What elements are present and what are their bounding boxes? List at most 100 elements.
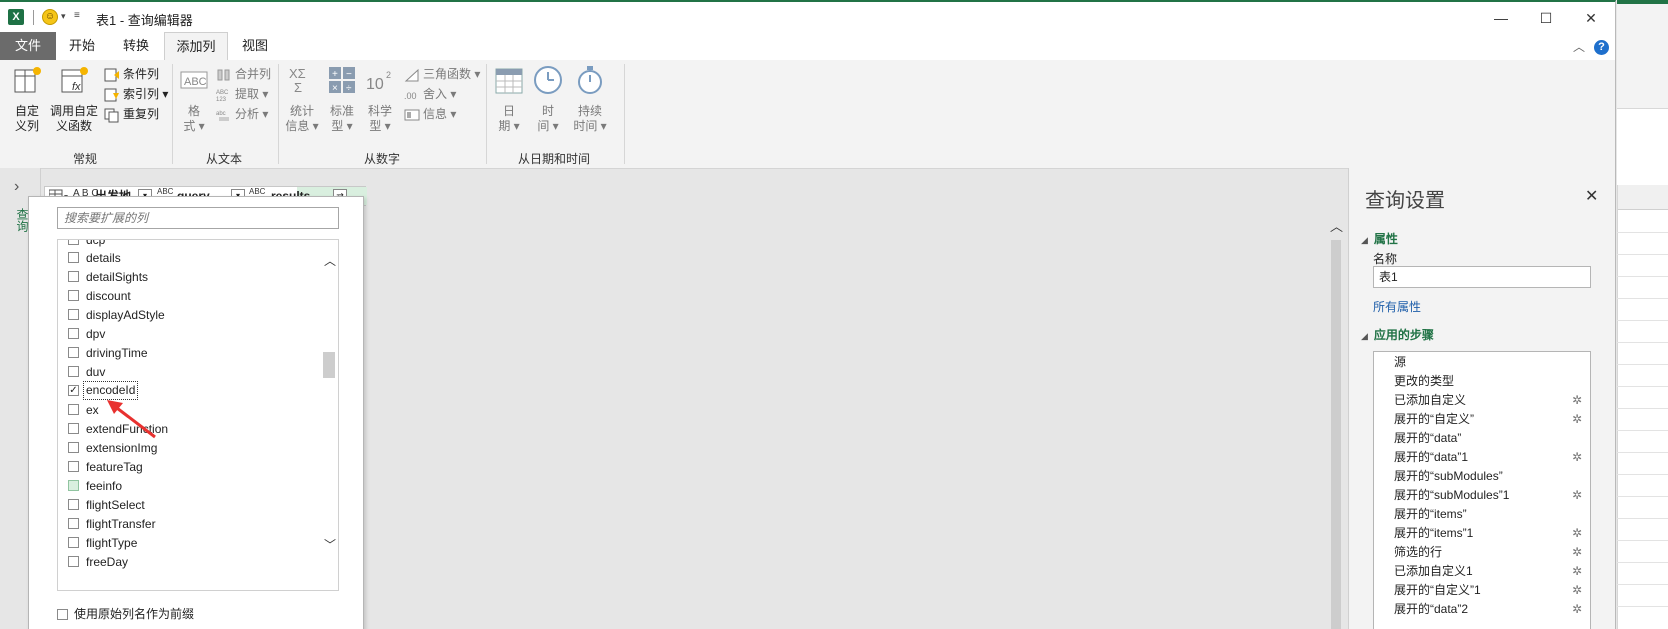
scroll-up-icon[interactable]: ︿ (1330, 216, 1343, 235)
chevron-right-icon[interactable]: › (14, 178, 19, 196)
list-item[interactable]: drivingTime (58, 343, 320, 363)
list-item[interactable]: freeDay (58, 552, 320, 572)
chevron-down-icon[interactable]: ▾ (61, 11, 66, 22)
merge-columns-button[interactable]: 合并列 (216, 64, 271, 84)
scroll-thumb[interactable] (323, 352, 335, 378)
list-item[interactable]: displayAdStyle (58, 305, 320, 325)
step-item[interactable]: 已添加自定义 ✲ (1374, 390, 1590, 410)
time-button[interactable]: 时 间 ▾ (530, 64, 566, 134)
gear-icon[interactable]: ✲ (1572, 447, 1582, 467)
list-item[interactable]: duv (58, 362, 320, 382)
gear-icon[interactable]: ✲ (1572, 561, 1582, 581)
standard-button[interactable]: + − × ÷ 标准 型 ▾ (324, 64, 360, 134)
step-item[interactable]: 展开的“items”1 ✲ (1374, 523, 1590, 543)
gear-icon[interactable]: ✲ (1572, 599, 1582, 619)
help-icon[interactable]: ? (1594, 40, 1609, 55)
scroll-thumb[interactable] (1331, 240, 1341, 629)
scroll-down-icon[interactable]: ﹀ (324, 536, 336, 553)
step-item[interactable]: 展开的“data”2 ✲ (1374, 599, 1590, 619)
list-item[interactable]: discount (58, 286, 320, 306)
tab-home[interactable]: 开始 (58, 32, 106, 60)
quick-access-customize-icon[interactable]: ≡ (74, 10, 80, 21)
close-icon[interactable]: ✕ (1585, 186, 1598, 206)
step-item[interactable]: 展开的“subModules” (1374, 466, 1590, 486)
step-item[interactable]: 已添加自定义1 ✲ (1374, 561, 1590, 581)
invoke-custom-function-button[interactable]: fx 调用自定 义函数 (48, 64, 100, 134)
tab-file[interactable]: 文件 (0, 32, 56, 60)
tab-transform[interactable]: 转换 (110, 32, 162, 60)
collapse-ribbon-icon[interactable]: ︿ (1573, 38, 1585, 55)
list-scrollbar[interactable]: ︿ ﹀ (320, 240, 338, 590)
checkbox[interactable] (68, 366, 79, 377)
properties-heading[interactable]: ◢ 属性 (1361, 230, 1398, 247)
index-column-button[interactable]: 索引列 ▾ (104, 84, 168, 104)
checkbox[interactable] (68, 347, 79, 358)
checkbox[interactable] (68, 518, 79, 529)
step-item[interactable]: 筛选的行 ✲ (1374, 542, 1590, 562)
step-item[interactable]: 展开的“subModules”1 ✲ (1374, 485, 1590, 505)
minimize-button[interactable]: — (1478, 6, 1524, 30)
gear-icon[interactable]: ✲ (1572, 523, 1582, 543)
trigonometry-button[interactable]: 三角函数 ▾ (404, 64, 480, 84)
list-item[interactable]: flightSelect (58, 495, 320, 515)
gear-icon[interactable]: ✲ (1572, 485, 1582, 505)
list-item[interactable]: flightTransfer (58, 514, 320, 534)
step-item[interactable]: 展开的“自定义”1 ✲ (1374, 580, 1590, 600)
list-item[interactable]: dpv (58, 324, 320, 344)
checkbox[interactable] (68, 556, 79, 567)
gear-icon[interactable]: ✲ (1572, 580, 1582, 600)
date-button[interactable]: 日 期 ▾ (492, 64, 526, 134)
query-name-input[interactable]: 表1 (1373, 266, 1591, 288)
checkbox[interactable] (68, 423, 79, 434)
gear-icon[interactable]: ✲ (1572, 542, 1582, 562)
all-properties-link[interactable]: 所有属性 (1373, 298, 1421, 315)
checkbox[interactable] (68, 537, 79, 548)
checkbox[interactable] (68, 271, 79, 282)
parse-button[interactable]: abc 分析 ▾ (216, 104, 268, 124)
checkbox[interactable] (68, 240, 79, 245)
checkbox[interactable] (68, 252, 79, 263)
gear-icon[interactable]: ✲ (1572, 390, 1582, 410)
checkbox[interactable] (68, 442, 79, 453)
checkbox[interactable] (68, 309, 79, 320)
step-item[interactable]: 更改的类型 (1374, 371, 1590, 391)
list-item[interactable]: extendFunction (58, 419, 320, 439)
step-item[interactable]: 源 (1374, 352, 1590, 372)
list-item[interactable]: extensionImg (58, 438, 320, 458)
checkbox[interactable] (68, 328, 79, 339)
list-item-encodeid[interactable]: ✓ encodeId (58, 381, 320, 401)
checkbox[interactable] (57, 609, 68, 621)
smiley-feedback-icon[interactable]: ☺ (42, 9, 58, 25)
list-item[interactable]: ex (58, 400, 320, 420)
checkbox[interactable] (68, 499, 79, 510)
checkbox[interactable] (68, 480, 79, 491)
gear-icon[interactable]: ✲ (1572, 409, 1582, 429)
list-item[interactable]: flightType (58, 533, 320, 553)
applied-steps-heading[interactable]: ◢ 应用的步骤 (1361, 326, 1434, 343)
maximize-button[interactable]: ☐ (1523, 6, 1569, 30)
scroll-up-icon[interactable]: ︿ (324, 252, 336, 269)
step-item[interactable]: 展开的“自定义” ✲ (1374, 409, 1590, 429)
step-item[interactable]: 展开的“data”1 ✲ (1374, 447, 1590, 467)
conditional-column-button[interactable]: 条件列 (104, 64, 159, 84)
search-columns-input[interactable] (57, 207, 339, 229)
duration-button[interactable]: 持续 时间 ▾ (570, 64, 610, 134)
list-item[interactable]: feeinfo (58, 476, 320, 496)
duplicate-column-button[interactable]: 重复列 (104, 104, 159, 124)
checkbox[interactable] (68, 461, 79, 472)
checkbox[interactable] (68, 290, 79, 301)
rounding-button[interactable]: .00 舍入 ▾ (404, 84, 456, 104)
statistics-button[interactable]: XΣ Σ 统计 信息 ▾ (282, 64, 322, 134)
extract-button[interactable]: ABC 123 提取 ▾ (216, 84, 268, 104)
step-item[interactable]: 展开的“items” (1374, 504, 1590, 524)
scientific-button[interactable]: 10 2 科学 型 ▾ (362, 64, 398, 134)
information-button[interactable]: 信息 ▾ (404, 104, 456, 124)
list-item[interactable]: featureTag (58, 457, 320, 477)
format-button[interactable]: ABC 格 式 ▾ (178, 64, 210, 134)
checkbox-checked[interactable]: ✓ (68, 385, 79, 396)
list-item[interactable]: detailSights (58, 267, 320, 287)
custom-column-button[interactable]: 自定 义列 (8, 64, 46, 134)
close-button[interactable]: ✕ (1568, 6, 1614, 30)
use-prefix-option[interactable]: 使用原始列名作为前缀 (57, 605, 194, 622)
checkbox[interactable] (68, 404, 79, 415)
